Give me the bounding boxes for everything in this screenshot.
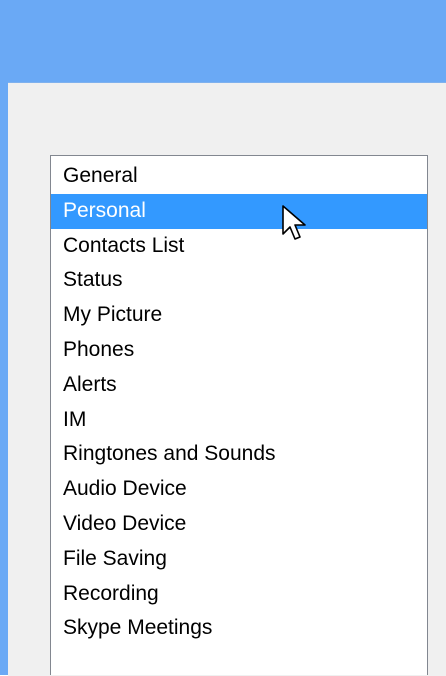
options-window: General Personal Contacts List Status My…: [0, 0, 446, 676]
title-bar[interactable]: [0, 0, 446, 82]
list-item-skype-meetings[interactable]: Skype Meetings: [51, 611, 427, 646]
list-item-video-device[interactable]: Video Device: [51, 507, 427, 542]
list-item-status[interactable]: Status: [51, 263, 427, 298]
list-item-audio-device[interactable]: Audio Device: [51, 472, 427, 507]
list-item-my-picture[interactable]: My Picture: [51, 298, 427, 333]
list-item-ringtones-and-sounds[interactable]: Ringtones and Sounds: [51, 437, 427, 472]
list-item-im[interactable]: IM: [51, 403, 427, 438]
list-item-alerts[interactable]: Alerts: [51, 368, 427, 403]
list-item-phones[interactable]: Phones: [51, 333, 427, 368]
category-items: General Personal Contacts List Status My…: [51, 159, 427, 646]
list-item-personal[interactable]: Personal: [51, 193, 427, 229]
options-category-list[interactable]: General Personal Contacts List Status My…: [50, 155, 428, 675]
list-item-file-saving[interactable]: File Saving: [51, 542, 427, 577]
list-item-contacts-list[interactable]: Contacts List: [51, 229, 427, 264]
list-item-recording[interactable]: Recording: [51, 577, 427, 612]
list-item-general[interactable]: General: [51, 159, 427, 194]
